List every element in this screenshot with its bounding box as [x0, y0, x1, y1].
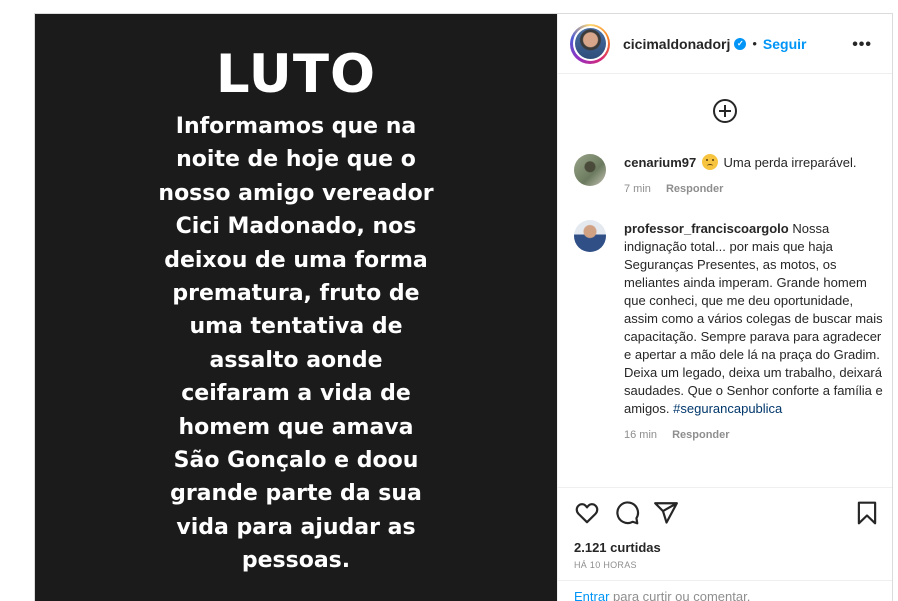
- reply-button[interactable]: Responder: [666, 183, 723, 195]
- post-actions: 2.121 curtidas HÁ 10 HORAS Entrar para c…: [558, 487, 892, 601]
- comment-meta: 16 min Responder: [624, 426, 884, 444]
- comment-time: 7 min: [624, 183, 651, 195]
- commenter-avatar[interactable]: [574, 220, 606, 252]
- post-body-line: prematura, fruto de: [172, 281, 420, 307]
- likes-count[interactable]: 2.121 curtidas: [574, 540, 661, 555]
- comment-username[interactable]: professor_franciscoargolo: [624, 221, 789, 236]
- post-body-line: pessoas.: [241, 548, 351, 574]
- hashtag-link[interactable]: #segurancapublica: [673, 401, 782, 416]
- post-body-line: vida para ajudar as: [176, 514, 416, 540]
- post-headline: LUTO: [215, 44, 377, 105]
- post-image[interactable]: LUTO Informamos que na noite de hoje que…: [35, 14, 557, 601]
- reply-button[interactable]: Responder: [672, 429, 729, 441]
- comment-time: 16 min: [624, 429, 658, 441]
- comment-meta: 7 min Responder: [624, 180, 856, 198]
- bookmark-icon[interactable]: [854, 500, 880, 526]
- post-header: cicimaldonadorj ✓ • Seguir •••: [558, 14, 892, 74]
- share-icon[interactable]: [653, 500, 679, 526]
- more-options-icon[interactable]: •••: [852, 36, 872, 54]
- login-link[interactable]: Entrar: [574, 589, 609, 601]
- comment-item: cenarium97 Uma perda irreparável. 7 min …: [574, 154, 884, 198]
- post-body-text: Informamos que na noite de hoje que o no…: [35, 110, 557, 578]
- heart-icon[interactable]: [574, 500, 600, 526]
- post-body-line: ceifaram a vida de: [181, 381, 411, 407]
- comment-text: Uma perda irreparável.: [723, 155, 857, 170]
- comment-text: Nossa indignação total... por mais que h…: [624, 221, 883, 416]
- post-body-line: assalto aonde: [209, 347, 383, 373]
- sad-face-emoji-icon: [701, 154, 718, 170]
- post-body-line: uma tentativa de: [189, 314, 403, 340]
- author-avatar[interactable]: [570, 23, 610, 64]
- post-body-line: homem que amava: [178, 414, 414, 440]
- author-username[interactable]: cicimaldonadorj: [623, 36, 730, 52]
- commenter-avatar[interactable]: [574, 154, 606, 186]
- plus-circle-icon[interactable]: [713, 99, 737, 123]
- post-body-line: deixou de uma forma: [164, 247, 428, 273]
- post-body-line: noite de hoje que o: [176, 147, 416, 173]
- author-avatar-image: [574, 28, 606, 59]
- post-modal: LUTO Informamos que na noite de hoje que…: [34, 13, 893, 601]
- post-body-line: nosso amigo vereador: [158, 180, 434, 206]
- login-prompt: Entrar para curtir ou comentar.: [558, 580, 892, 601]
- verified-icon: ✓: [734, 37, 747, 50]
- comment-item: professor_franciscoargolo Nossa indignaç…: [574, 220, 884, 444]
- post-body-line: São Gonçalo e doou: [173, 448, 419, 474]
- separator-dot: •: [752, 36, 757, 51]
- login-prompt-text: para curtir ou comentar.: [613, 589, 751, 601]
- post-body-line: Informamos que na: [175, 114, 417, 139]
- post-sidebar: cicimaldonadorj ✓ • Seguir ••• cenarium9…: [557, 14, 892, 601]
- comment-username[interactable]: cenarium97: [624, 155, 696, 170]
- post-timestamp: HÁ 10 HORAS: [574, 560, 637, 570]
- follow-button[interactable]: Seguir: [763, 36, 807, 52]
- post-body-line: grande parte da sua: [170, 481, 422, 507]
- comment-icon[interactable]: [614, 500, 640, 526]
- post-body-line: Cici Madonado, nos: [175, 214, 417, 240]
